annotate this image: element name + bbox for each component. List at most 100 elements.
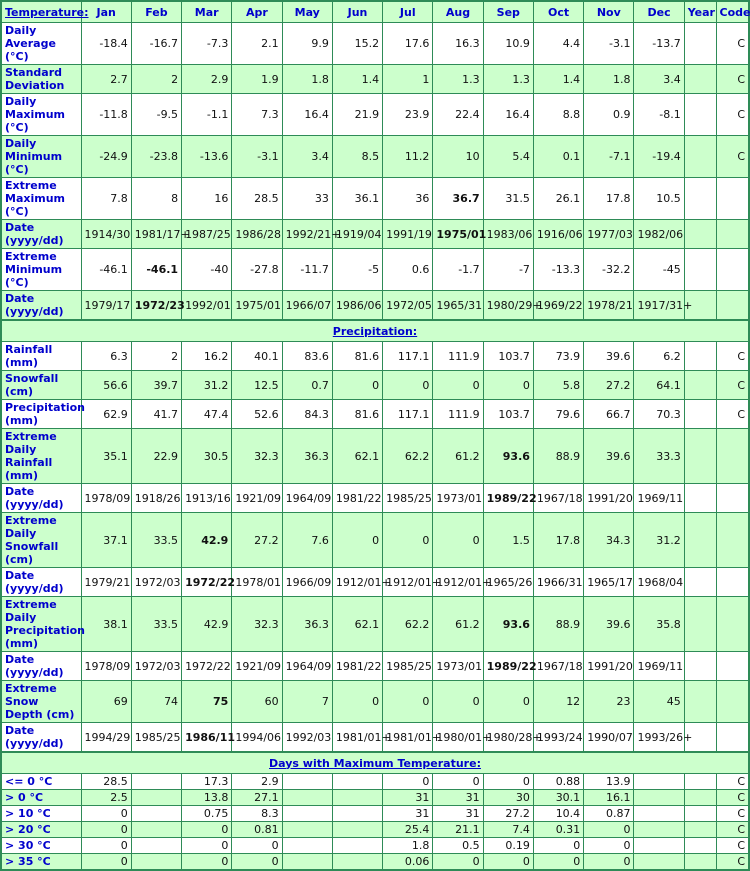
- cell-nov: 1.8: [583, 64, 635, 94]
- cell-jan: 0: [80, 853, 132, 871]
- table-row: Date (yyyy/dd) 1979/21 1972/03 1972/22 1978/…: [0, 567, 750, 597]
- row-label: Extreme Maximum (°C): [0, 177, 82, 220]
- cell-jun: [331, 773, 384, 790]
- cell-jul: 0: [382, 773, 434, 790]
- cell-oct: 73.9: [532, 341, 585, 371]
- cell-aug: 0: [432, 512, 484, 568]
- cell-jun: 1981/22: [331, 483, 384, 513]
- cell-may: [281, 821, 333, 838]
- cell-feb: 8: [130, 177, 183, 220]
- climate-data-table: Temperature: Jan Feb Mar Apr May Jun Jul Aug Sep O…: [0, 0, 750, 871]
- cell-feb: 1972/03: [130, 567, 183, 597]
- cell-mar: 42.9: [181, 596, 233, 652]
- cell-jun: [331, 789, 384, 806]
- cell-jul: 0: [382, 512, 434, 568]
- row-label: Rainfall (mm): [0, 341, 82, 371]
- cell-apr: 0.81: [231, 821, 283, 838]
- row-label: Daily Minimum (°C): [0, 135, 82, 178]
- cell-dec: [633, 837, 685, 854]
- cell-sep: 0: [482, 853, 534, 871]
- cell-jan: 0: [80, 821, 132, 838]
- cell-sep: 1980/28+: [482, 722, 542, 753]
- row-label: Date (yyyy/dd): [0, 722, 82, 753]
- cell-mar: -13.6: [181, 135, 233, 178]
- cell-dec: 1993/26+: [633, 722, 692, 753]
- cell-sep: 1989/22: [482, 483, 537, 513]
- cell-dec: 35.8: [633, 596, 685, 652]
- cell-oct: 0.88: [532, 773, 585, 790]
- cell-aug: 61.2: [432, 596, 484, 652]
- cell-dec: -13.7: [633, 22, 685, 65]
- cell-code: C: [715, 22, 750, 65]
- cell-jun: 15.2: [331, 22, 384, 65]
- table-row: Daily Maximum (°C) -11.8 -9.5 -1.1 7.3 16.4 21…: [0, 93, 750, 136]
- cell-mar: 16.2: [181, 341, 233, 371]
- cell-apr: 1.9: [231, 64, 283, 94]
- cell-dec: -45: [633, 248, 685, 291]
- cell-year: [683, 789, 717, 806]
- cell-feb: -46.1: [130, 248, 183, 291]
- cell-sep: 1.3: [482, 64, 534, 94]
- row-label: Daily Average (°C): [0, 22, 82, 65]
- cell-mar: 16: [181, 177, 233, 220]
- cell-jul: 1981/01+: [382, 722, 441, 753]
- cell-aug: 0.5: [432, 837, 484, 854]
- cell-code: [715, 177, 750, 220]
- cell-apr: 52.6: [231, 399, 283, 429]
- cell-nov: 1965/17: [583, 567, 635, 597]
- cell-nov: 66.7: [583, 399, 635, 429]
- cell-oct: 1969/22: [532, 290, 585, 321]
- table-row: > 10 °C 0 0.75 8.3 31 31 27.2 10.4 0.87 C: [0, 805, 750, 822]
- cell-may: 33: [281, 177, 333, 220]
- column-header-apr: Apr: [231, 0, 283, 23]
- cell-jan: 1914/30: [80, 219, 132, 249]
- cell-jul: 17.6: [382, 22, 434, 65]
- cell-aug: 21.1: [432, 821, 484, 838]
- cell-jan: 2.7: [80, 64, 132, 94]
- cell-mar: 1986/11: [181, 722, 235, 753]
- cell-feb: [130, 853, 183, 871]
- cell-may: 16.4: [281, 93, 333, 136]
- cell-jun: 0: [331, 512, 384, 568]
- cell-sep: 1980/29+: [482, 290, 542, 321]
- table-row: > 20 °C 0 0 0.81 25.4 21.1 7.4 0.31 0 C: [0, 821, 750, 838]
- cell-jul: 1.8: [382, 837, 434, 854]
- cell-nov: 16.1: [583, 789, 635, 806]
- cell-jul: 1: [382, 64, 434, 94]
- cell-dec: [633, 789, 685, 806]
- cell-jan: 56.6: [80, 370, 132, 400]
- cell-jul: 1972/05: [382, 290, 434, 321]
- cell-code: C: [715, 837, 750, 854]
- cell-dec: 33.3: [633, 428, 685, 484]
- cell-mar: -40: [181, 248, 233, 291]
- cell-jul: 0: [382, 680, 434, 723]
- cell-year: [683, 567, 717, 597]
- cell-oct: 0: [532, 837, 585, 854]
- table-row: > 30 °C 0 0 0 1.8 0.5 0.19 0 0 C: [0, 837, 750, 854]
- cell-aug: -1.7: [432, 248, 484, 291]
- cell-jan: 38.1: [80, 596, 132, 652]
- cell-nov: 27.2: [583, 370, 635, 400]
- cell-code: [715, 219, 750, 249]
- cell-feb: 74: [130, 680, 183, 723]
- cell-dec: 1982/06: [633, 219, 685, 249]
- cell-apr: 32.3: [231, 428, 283, 484]
- cell-jun: 0: [331, 680, 384, 723]
- cell-jun: [331, 821, 384, 838]
- cell-jan: 62.9: [80, 399, 132, 429]
- cell-oct: 26.1: [532, 177, 585, 220]
- cell-apr: -27.8: [231, 248, 283, 291]
- cell-jan: 2.5: [80, 789, 132, 806]
- section-title: Days with Maximum Temperature:: [0, 751, 750, 774]
- cell-may: [281, 789, 333, 806]
- row-label: Standard Deviation: [0, 64, 82, 94]
- table-row: Snowfall (cm) 56.6 39.7 31.2 12.5 0.7 0 0 0 0 5.8 2…: [0, 370, 750, 400]
- cell-aug: 0: [432, 680, 484, 723]
- cell-code: C: [715, 805, 750, 822]
- cell-jun: [331, 805, 384, 822]
- cell-jul: 1912/01+: [382, 567, 441, 597]
- cell-sep: 7.4: [482, 821, 534, 838]
- cell-nov: -3.1: [583, 22, 635, 65]
- cell-sep: 103.7: [482, 341, 534, 371]
- cell-year: [683, 512, 717, 568]
